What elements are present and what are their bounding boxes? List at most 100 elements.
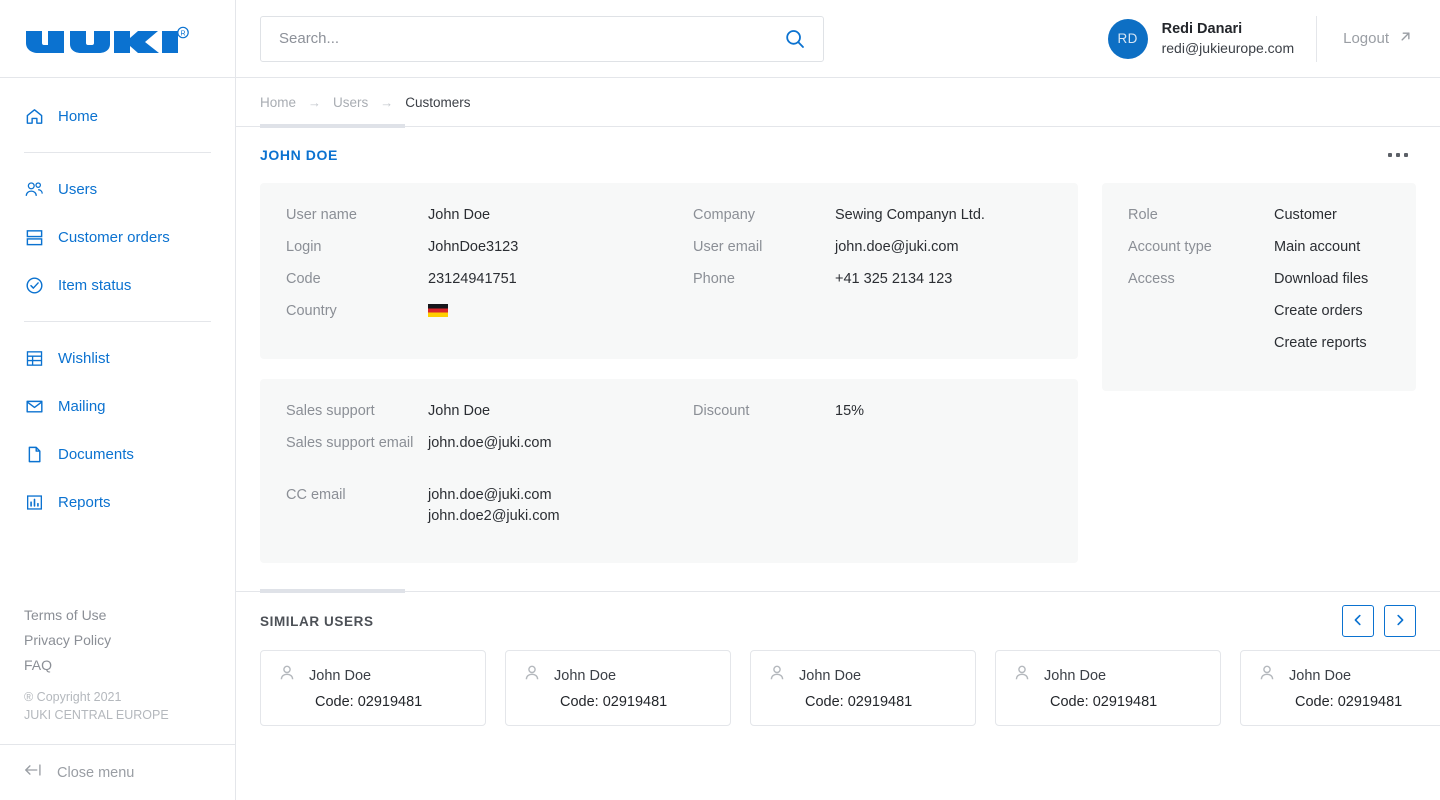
breadcrumb-item-home[interactable]: Home <box>260 95 296 110</box>
user-card-top: John Doe <box>767 663 959 688</box>
list-item[interactable]: John Doe Code: 02919481 <box>505 650 731 726</box>
prev-button[interactable] <box>1342 605 1374 637</box>
chevron-right-icon <box>1393 613 1407 630</box>
close-menu-label: Close menu <box>57 764 135 781</box>
main-area: RD Redi Danari redi@jukieurope.com Logou… <box>236 0 1440 800</box>
field-value: Main account <box>1274 239 1361 255</box>
access-item-create-reports: Create reports <box>1274 335 1367 351</box>
user-card-code: Code: 02919481 <box>1295 694 1403 710</box>
field-discount: Discount 15% <box>693 401 1052 433</box>
field-login: Login JohnDoe3123 <box>286 237 693 269</box>
field-user-name: User name John Doe <box>286 205 693 237</box>
detail-header: JOHN DOE <box>236 127 1440 183</box>
field-label: Sales support <box>286 403 375 419</box>
sidebar-item-item-status[interactable]: Item status <box>0 265 235 305</box>
field-value: Sewing Companyn Ltd. <box>835 207 985 223</box>
sidebar-divider-1 <box>24 152 211 153</box>
legal-link-faq[interactable]: FAQ <box>24 657 235 673</box>
profile-name: Redi Danari <box>1161 20 1243 37</box>
list-item[interactable]: John Doe Code: 02919481 <box>750 650 976 726</box>
sidebar-item-customer-orders[interactable]: Customer orders <box>0 217 235 257</box>
sidebar-item-home[interactable]: Home <box>0 96 235 136</box>
sidebar-item-label: Home <box>58 107 99 125</box>
breadcrumb-item-users[interactable]: Users <box>333 95 368 110</box>
field-label: Code <box>286 271 321 287</box>
sidebar-item-label: Mailing <box>58 397 106 415</box>
user-card-code: Code: 02919481 <box>315 694 423 710</box>
legal-link-terms[interactable]: Terms of Use <box>24 607 235 623</box>
logout-label: Logout <box>1343 30 1389 47</box>
user-card-top: John Doe <box>522 663 714 688</box>
personal-info-column-left: User name John Doe Login JohnDoe3123 Cod… <box>286 205 693 333</box>
sidebar-item-mailing[interactable]: Mailing <box>0 386 235 426</box>
arrow-left-bar-icon <box>24 762 44 783</box>
copyright: ® Copyright 2021 JUKI CENTRAL EUROPE <box>0 688 235 724</box>
user-card-code: Code: 02919481 <box>805 694 913 710</box>
cc-email-line: john.doe@juki.com <box>428 487 552 503</box>
sidebar-nav-group-one: Users Customer orders Item status <box>0 169 235 305</box>
sidebar-item-label: Reports <box>58 493 111 511</box>
sidebar-nav-primary: Home <box>0 78 235 136</box>
user-card-name: John Doe <box>1289 667 1352 684</box>
sidebar-nav-group-two: Wishlist Mailing Documents Reports <box>0 338 235 522</box>
search-box[interactable] <box>260 15 824 62</box>
field-label: User name <box>286 207 357 223</box>
topbar: RD Redi Danari redi@jukieurope.com Logou… <box>236 0 1440 78</box>
profile-text: Redi Danari redi@jukieurope.com <box>1162 20 1295 57</box>
field-label: Discount <box>693 403 750 419</box>
orders-icon <box>24 227 44 247</box>
list-item[interactable]: John Doe Code: 02919481 <box>260 650 486 726</box>
list-item[interactable]: John Doe Code: 02919481 <box>1240 650 1440 726</box>
section-accent-bar <box>260 124 405 128</box>
field-value: john.doe@juki.com <box>835 239 959 255</box>
role-access-card: Role Customer Account type Main account … <box>1102 183 1416 391</box>
avatar: RD <box>1107 18 1148 59</box>
field-label: Company <box>693 207 756 223</box>
field-label: User email <box>693 239 763 255</box>
logout-button[interactable]: Logout <box>1316 15 1416 62</box>
copyright-line-2: JUKI CENTRAL EUROPE <box>24 707 169 722</box>
field-sales-support: Sales support John Doe <box>286 401 693 433</box>
juki-logo-icon: R <box>26 26 189 53</box>
field-value: john.doe@juki.com <box>428 435 552 451</box>
field-label: Login <box>286 239 322 255</box>
dot <box>1396 153 1400 157</box>
sidebar-item-documents[interactable]: Documents <box>0 434 235 474</box>
field-value: +41 325 2134 123 <box>835 271 953 287</box>
person-icon <box>522 663 542 688</box>
sidebar: R Home Users Customer orders Item status… <box>0 0 236 800</box>
germany-flag-icon <box>428 304 448 317</box>
copyright-line-1: ® Copyright 2021 <box>24 689 122 704</box>
topbar-right: RD Redi Danari redi@jukieurope.com Logou… <box>1107 0 1416 77</box>
similar-users-title: SIMILAR USERS <box>260 613 374 629</box>
field-label: Role <box>1128 207 1158 223</box>
field-role: Role Customer <box>1128 205 1390 237</box>
breadcrumb-separator: → <box>308 94 322 110</box>
field-user-email: User email john.doe@juki.com <box>693 237 1052 269</box>
field-label: Country <box>286 303 337 319</box>
field-label: Sales support email <box>286 435 414 451</box>
legal-link-privacy[interactable]: Privacy Policy <box>24 632 235 648</box>
field-value: john.doe@juki.com john.doe2@juki.com <box>428 485 560 537</box>
user-card-code: Code: 02919481 <box>560 694 668 710</box>
envelope-icon <box>24 396 44 416</box>
next-button[interactable] <box>1384 605 1416 637</box>
juki-logo[interactable]: R <box>0 0 235 78</box>
search-input[interactable] <box>279 30 783 47</box>
user-profile[interactable]: RD Redi Danari redi@jukieurope.com <box>1107 18 1317 59</box>
sidebar-item-wishlist[interactable]: Wishlist <box>0 338 235 378</box>
similar-users-header: SIMILAR USERS <box>236 592 1440 650</box>
sales-support-column-left: Sales support John Doe Sales support ema… <box>286 401 693 537</box>
access-item-create-orders: Create orders <box>1274 303 1363 319</box>
similar-users-list[interactable]: John Doe Code: 02919481 John Doe Code: 0… <box>236 650 1440 726</box>
detail-content: User name John Doe Login JohnDoe3123 Cod… <box>236 183 1440 563</box>
list-item[interactable]: John Doe Code: 02919481 <box>995 650 1221 726</box>
field-value: John Doe <box>428 207 491 223</box>
sidebar-item-reports[interactable]: Reports <box>0 482 235 522</box>
sidebar-item-users[interactable]: Users <box>0 169 235 209</box>
search-icon[interactable] <box>783 27 807 51</box>
close-menu-button[interactable]: Close menu <box>0 744 235 800</box>
field-value: John Doe <box>428 403 491 419</box>
more-options-icon[interactable] <box>1380 145 1416 165</box>
breadcrumb: Home → Users → Customers <box>236 78 1440 126</box>
